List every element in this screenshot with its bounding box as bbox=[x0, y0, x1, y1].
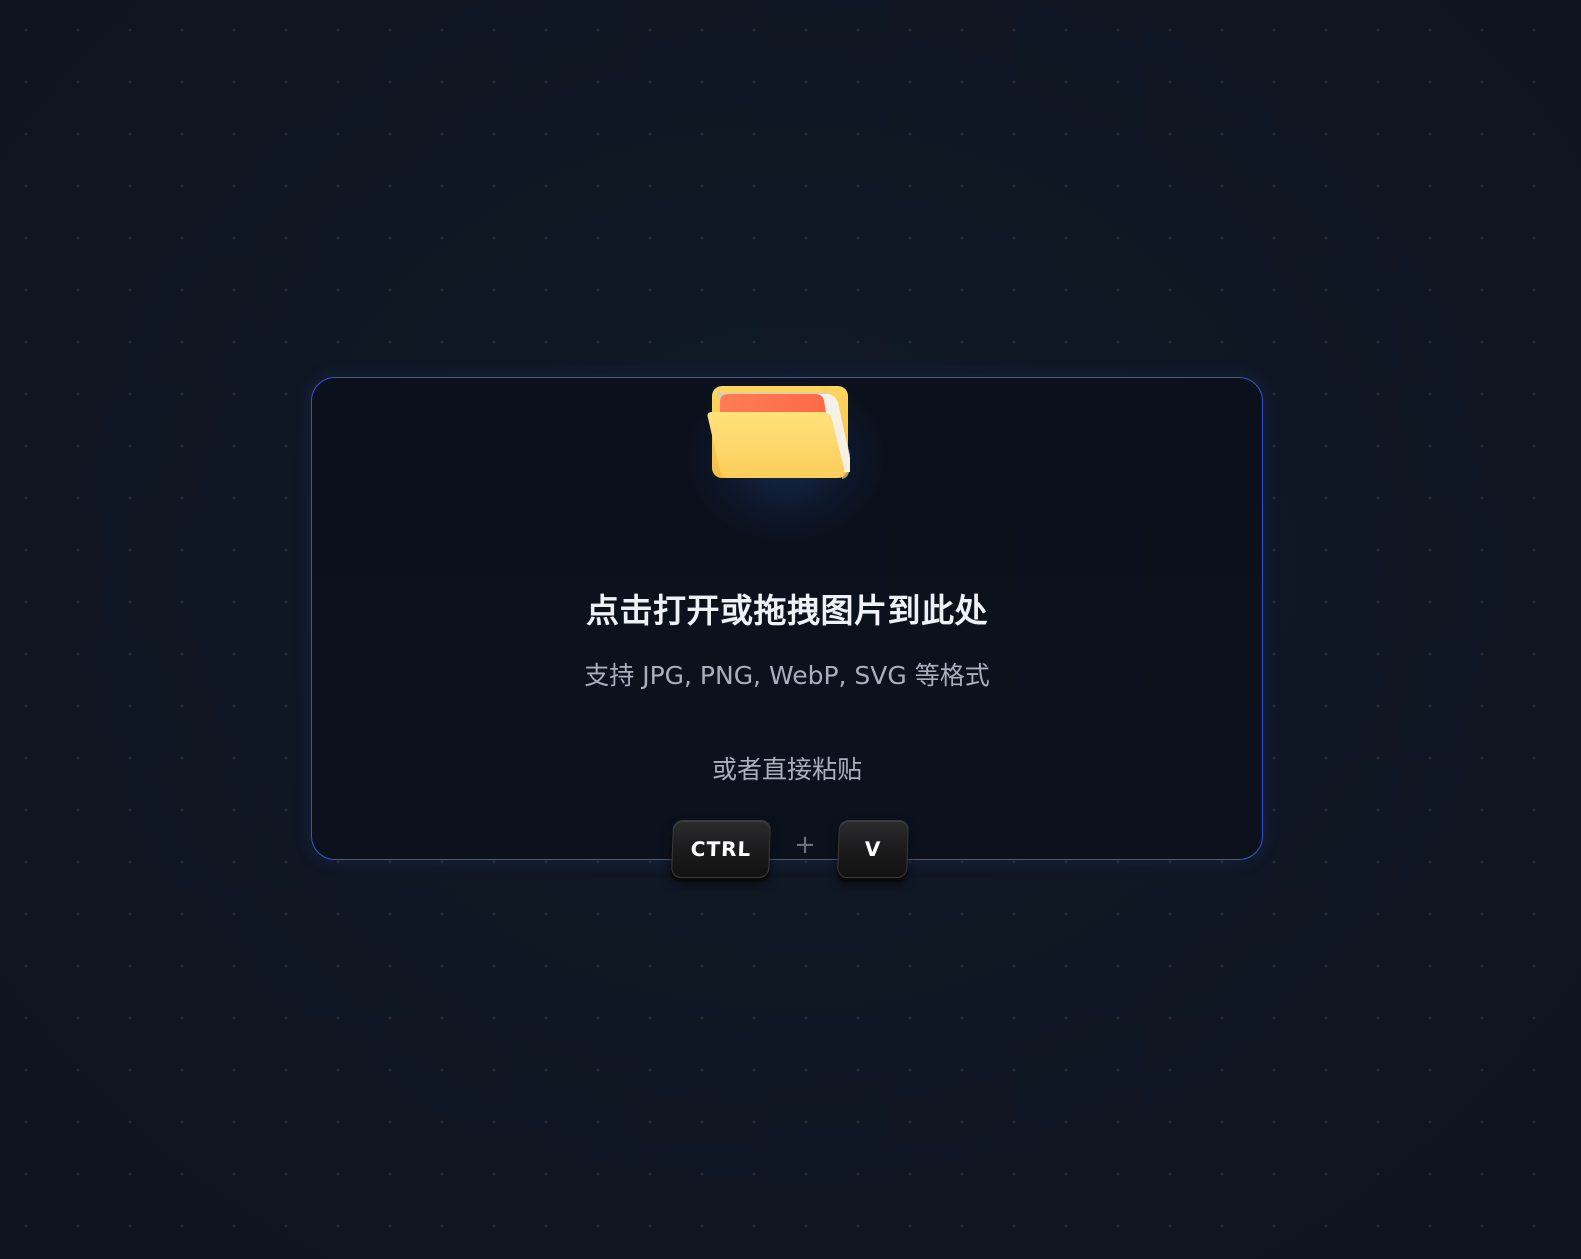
ctrl-key: CTRL bbox=[670, 820, 772, 878]
v-key-label: V bbox=[864, 837, 882, 861]
ctrl-key-label: CTRL bbox=[690, 837, 752, 861]
supported-formats-text: 支持 JPG, PNG, WebP, SVG 等格式 bbox=[584, 661, 990, 690]
upload-title: 点击打开或拖拽图片到此处 bbox=[586, 591, 988, 630]
paste-hint: 或者直接粘贴 bbox=[711, 755, 862, 784]
folder-icon bbox=[707, 386, 850, 479]
v-key: V bbox=[836, 820, 910, 878]
shortcut-plus: + bbox=[794, 830, 816, 860]
